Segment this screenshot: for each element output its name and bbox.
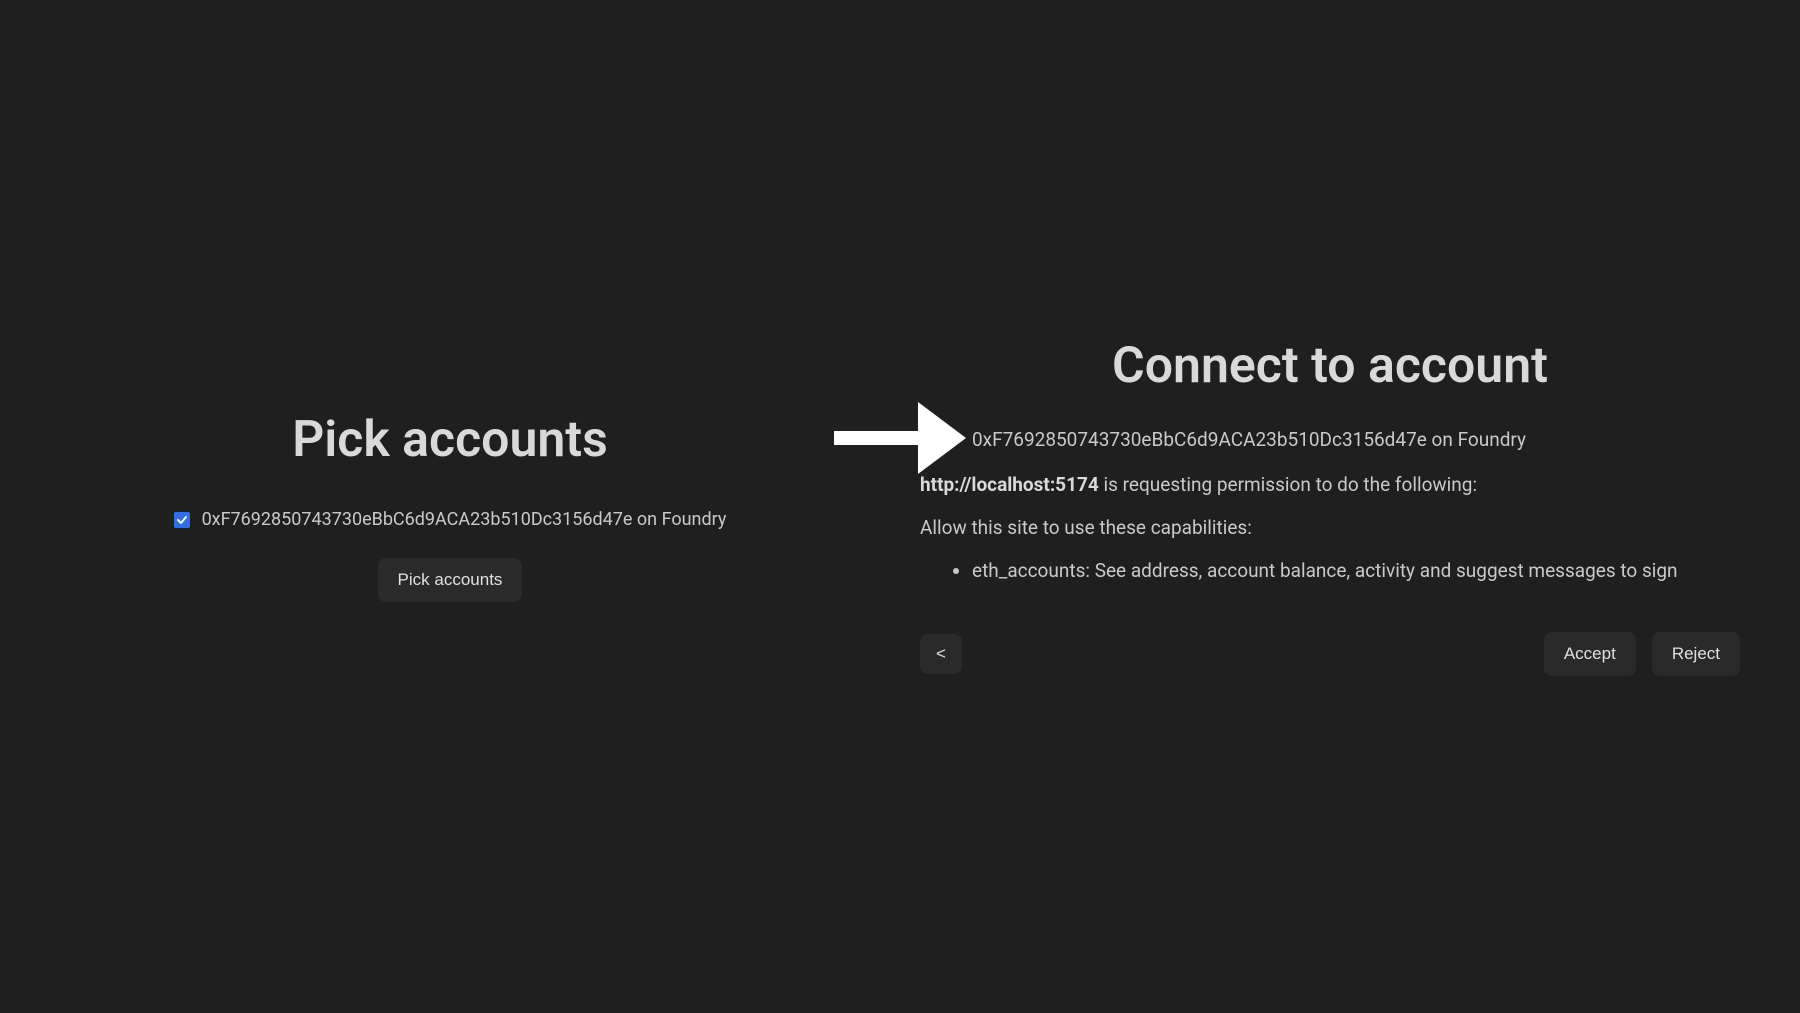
allow-capabilities-text: Allow this site to use these capabilitie… — [920, 514, 1252, 543]
connect-account-panel: Connect to account 0xF7692850743730eBbC6… — [900, 297, 1800, 717]
back-button[interactable]: < — [920, 634, 962, 674]
list-item: 0xF7692850743730eBbC6d9ACA23b510Dc3156d4… — [972, 425, 1526, 455]
permission-request-text: http://localhost:5174 is requesting perm… — [920, 471, 1477, 500]
pick-accounts-button[interactable]: Pick accounts — [378, 558, 523, 602]
connect-account-title: Connect to account — [1112, 337, 1548, 395]
pick-accounts-title: Pick accounts — [292, 411, 608, 469]
check-icon — [176, 514, 188, 526]
list-item: eth_accounts: See address, account balan… — [972, 556, 1678, 586]
request-suffix: is requesting permission to do the follo… — [1099, 473, 1477, 496]
capabilities-list: eth_accounts: See address, account balan… — [920, 556, 1678, 586]
pick-accounts-panel: Pick accounts 0xF7692850743730eBbC6d9ACA… — [0, 371, 900, 642]
reject-button[interactable]: Reject — [1652, 632, 1740, 676]
request-url: http://localhost:5174 — [920, 473, 1099, 496]
accept-button[interactable]: Accept — [1544, 632, 1636, 676]
account-checkbox[interactable] — [174, 512, 190, 528]
account-row: 0xF7692850743730eBbC6d9ACA23b510Dc3156d4… — [174, 509, 727, 530]
arrow-icon — [834, 402, 966, 474]
action-row: < Accept Reject — [920, 632, 1740, 676]
action-right-group: Accept Reject — [1544, 632, 1740, 676]
account-label: 0xF7692850743730eBbC6d9ACA23b510Dc3156d4… — [202, 509, 727, 530]
account-list: 0xF7692850743730eBbC6d9ACA23b510Dc3156d4… — [920, 425, 1526, 455]
